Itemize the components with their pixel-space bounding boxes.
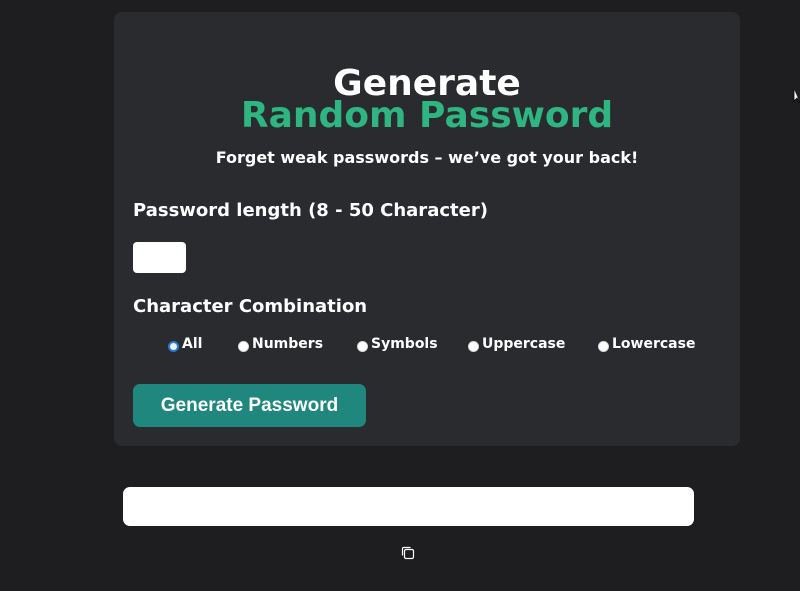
option-numbers-label: Numbers bbox=[252, 336, 324, 352]
subtitle: Forget weak passwords – we’ve got your b… bbox=[215, 148, 639, 167]
radio-symbols[interactable] bbox=[357, 340, 368, 352]
option-symbols[interactable]: Symbols bbox=[357, 336, 438, 352]
mouse-cursor-icon bbox=[793, 89, 800, 104]
option-symbols-label: Symbols bbox=[371, 336, 438, 352]
radio-numbers[interactable] bbox=[238, 340, 249, 352]
option-all-label: All bbox=[182, 336, 203, 352]
radio-lowercase[interactable] bbox=[598, 340, 609, 352]
title-random-password: Random Password bbox=[240, 95, 614, 136]
option-uppercase-label: Uppercase bbox=[482, 336, 566, 352]
generator-card: Generate Random Password Forget weak pas… bbox=[114, 12, 740, 446]
option-uppercase[interactable]: Uppercase bbox=[468, 336, 565, 352]
radio-all[interactable] bbox=[168, 340, 179, 352]
option-all[interactable]: All bbox=[168, 336, 202, 352]
generate-password-button[interactable]: Generate Password bbox=[133, 384, 366, 427]
password-length-input[interactable] bbox=[133, 242, 186, 273]
character-combination-label: Character Combination bbox=[133, 296, 368, 317]
password-output-field[interactable] bbox=[123, 487, 694, 526]
radio-uppercase[interactable] bbox=[468, 340, 479, 352]
option-numbers[interactable]: Numbers bbox=[238, 336, 323, 352]
password-length-label: Password length (8 - 50 Character) bbox=[133, 200, 488, 221]
option-lowercase[interactable]: Lowercase bbox=[598, 336, 695, 352]
option-lowercase-label: Lowercase bbox=[612, 336, 696, 352]
copy-icon[interactable] bbox=[400, 545, 416, 561]
